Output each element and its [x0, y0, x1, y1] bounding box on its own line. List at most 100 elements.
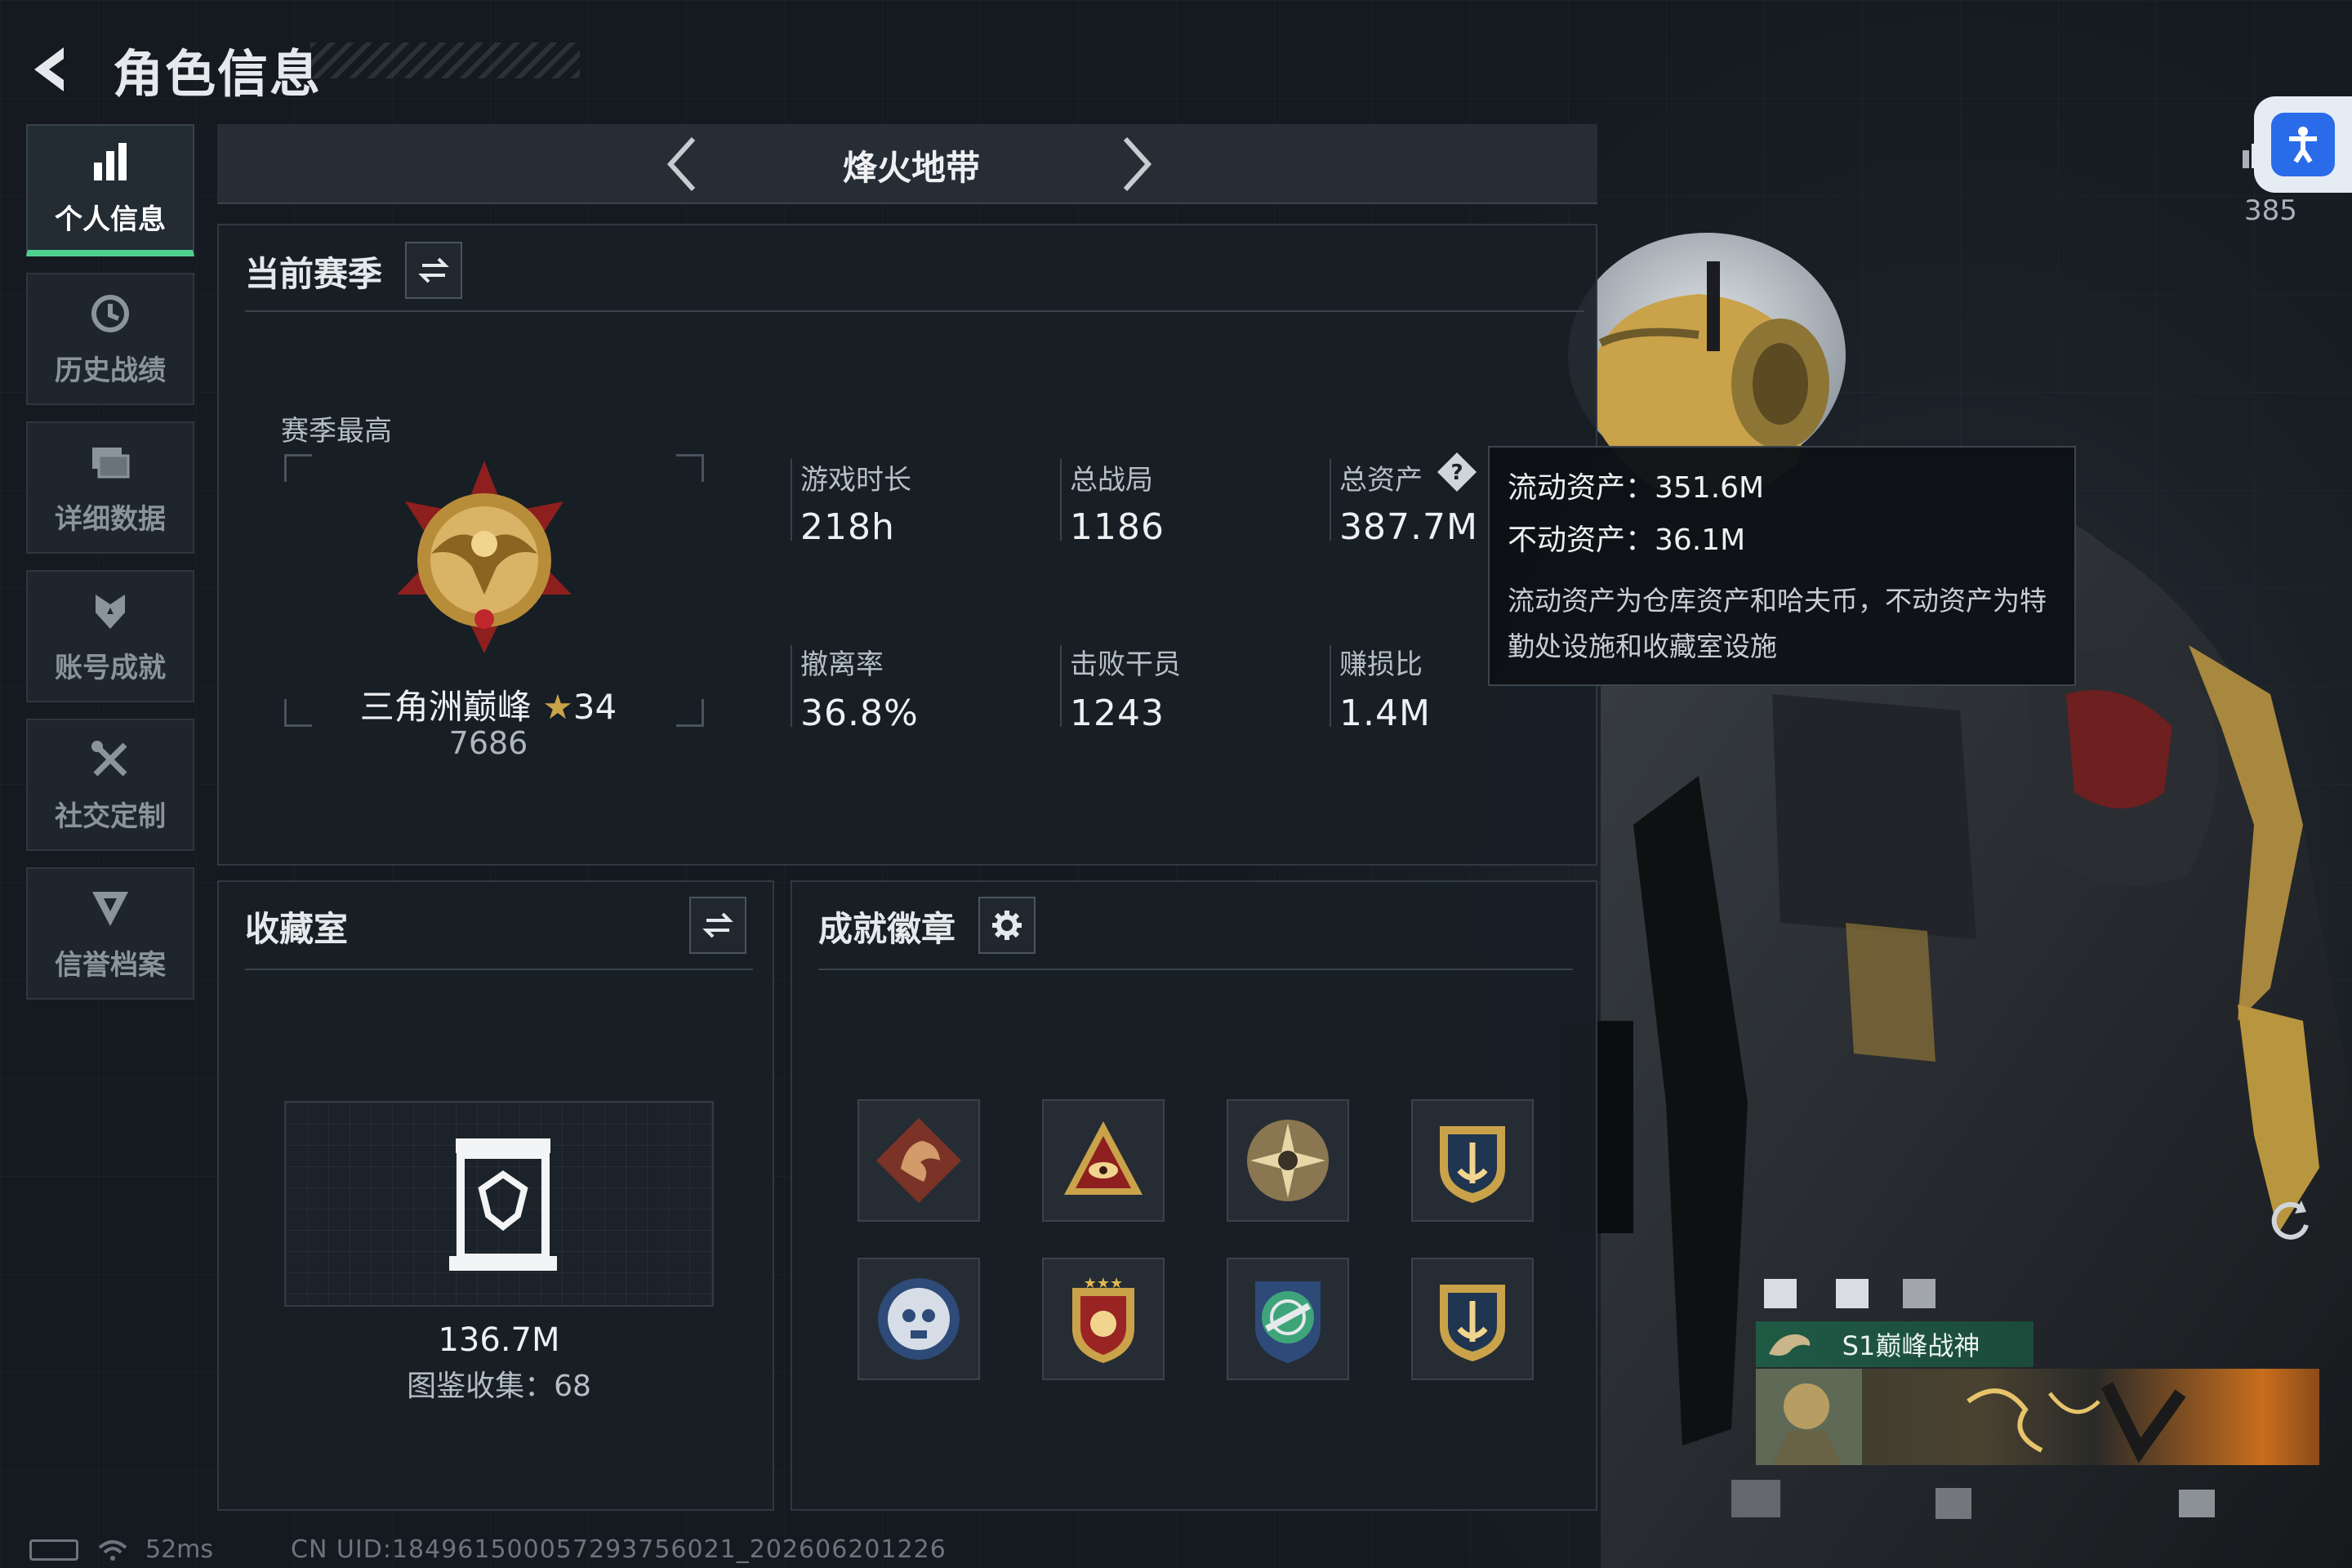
- eye-triangle-badge-icon: [1064, 1121, 1143, 1195]
- skull-round-badge-icon: [878, 1278, 960, 1360]
- collection-room-preview[interactable]: [284, 1101, 714, 1307]
- frame-corner: [284, 454, 312, 482]
- pixelated-block: [1731, 1480, 1780, 1517]
- badge-dragon[interactable]: [858, 1099, 980, 1222]
- sidebar-item-label: 详细数据: [55, 502, 166, 536]
- badge-starburst[interactable]: [1227, 1099, 1349, 1222]
- assets-tooltip: 流动资产：351.6M 不动资产：36.1M 流动资产为仓库资产和哈夫币，不动资…: [1488, 446, 2076, 686]
- mode-title: 烽火地带: [842, 148, 980, 188]
- rank-stars: 34: [572, 687, 617, 727]
- starburst-badge-icon: [1247, 1120, 1329, 1201]
- mode-prev-button[interactable]: [654, 134, 711, 194]
- sidebar-item-label: 账号成就: [55, 651, 166, 684]
- badge-anchor-gold-2[interactable]: [1411, 1258, 1534, 1380]
- season-best-label: 赛季最高: [281, 415, 392, 448]
- tooltip-liquid-assets: 流动资产：351.6M: [1508, 471, 1765, 505]
- badge-skull-round[interactable]: [858, 1258, 980, 1380]
- season-title: 当前赛季: [245, 254, 383, 294]
- sidebar-item-detail-data[interactable]: 详细数据: [26, 421, 194, 554]
- shield-badge-icon: [87, 885, 133, 931]
- title-tag: S1巅峰战神: [1756, 1321, 2034, 1367]
- stat-separator: [791, 645, 792, 727]
- stat-label-assets: 总资产: [1339, 464, 1423, 497]
- status-bar: 52ms: [29, 1535, 213, 1564]
- sidebar-item-label: 社交定制: [55, 800, 166, 833]
- rotate-view-icon[interactable]: [2262, 1192, 2319, 1250]
- dragon-badge-icon: [876, 1118, 961, 1203]
- stat-value-extract-rate: 36.8%: [800, 693, 919, 734]
- collection-panel: 收藏室 136.7M 图鉴收集：68: [217, 880, 774, 1511]
- collection-count: 图鉴收集：68: [407, 1370, 591, 1403]
- profile-card-banner[interactable]: [1756, 1369, 2319, 1465]
- swap-icon: [418, 257, 449, 283]
- pixelated-block: [1936, 1488, 1971, 1519]
- collection-value: 136.7M: [438, 1321, 560, 1359]
- stat-label-extract-rate: 撤离率: [800, 648, 884, 681]
- tooltip-description: 流动资产为仓库资产和哈夫币，不动资产为特勤处设施和收藏室设施: [1508, 585, 2047, 662]
- gear-icon: [992, 911, 1022, 940]
- season-switch-button[interactable]: [405, 242, 462, 299]
- stat-label-profit-ratio: 赚损比: [1339, 648, 1423, 681]
- tooltip-fixed-assets: 不动资产：36.1M: [1508, 523, 1746, 557]
- badge-anchor-gold[interactable]: [1411, 1099, 1534, 1222]
- sidebar: 个人信息 历史战绩 详细数据 账号成就 社交定制 信誉档案: [26, 124, 196, 1016]
- divider: [245, 969, 753, 970]
- stat-separator: [1330, 645, 1331, 727]
- anchor-gold-badge-icon: [1440, 1126, 1505, 1203]
- top-right-value: 385: [2244, 194, 2297, 227]
- rank-name: 三角洲巅峰: [359, 687, 532, 727]
- pixelated-name-block: [1764, 1279, 1797, 1308]
- season-panel: 当前赛季 赛季最高 三角洲巅峰 ★34 7686 游戏时长 218h 总战局 1…: [217, 224, 1597, 866]
- sidebar-item-social[interactable]: 社交定制: [26, 719, 194, 851]
- swap-icon: [702, 912, 733, 938]
- rifle-shield-badge-icon: [1255, 1281, 1321, 1363]
- dragon-emblem-icon: [1766, 1326, 1815, 1362]
- badge-rifle-shield[interactable]: [1227, 1258, 1349, 1380]
- badge-crest-star[interactable]: ★★★: [1042, 1258, 1165, 1380]
- frame-corner: [676, 454, 704, 482]
- battery-icon: [29, 1539, 78, 1561]
- mode-selector: 烽火地带: [217, 124, 1597, 204]
- title-tag-text: S1巅峰战神: [1842, 1330, 1980, 1361]
- anchor-gold-badge-icon: [1440, 1285, 1505, 1361]
- sidebar-item-achievements[interactable]: 账号成就: [26, 570, 194, 702]
- stat-value-kills: 1243: [1070, 693, 1165, 734]
- badge-eye-triangle[interactable]: [1042, 1099, 1165, 1222]
- uid-text: CN UID:1849615000572937560​21_2026062012…: [291, 1535, 947, 1564]
- page-title: 角色信息: [113, 44, 323, 104]
- stat-label-kills: 击败干员: [1070, 648, 1181, 681]
- divider: [818, 969, 1573, 970]
- sidebar-item-history[interactable]: 历史战绩: [26, 273, 194, 405]
- wifi-icon: [96, 1538, 129, 1562]
- stat-separator: [1060, 459, 1062, 541]
- collection-title: 收藏室: [245, 909, 349, 949]
- sidebar-item-reputation[interactable]: 信誉档案: [26, 867, 194, 1000]
- sidebar-item-label: 历史战绩: [55, 354, 166, 387]
- pixelated-name-block: [1836, 1279, 1869, 1308]
- badges-settings-button[interactable]: [978, 897, 1036, 954]
- badges-title: 成就徽章: [818, 909, 956, 949]
- pixelated-name-block: [1903, 1279, 1936, 1308]
- rank-points: 7686: [448, 725, 528, 761]
- crest-star-badge-icon: ★★★: [1072, 1275, 1134, 1363]
- divider: [245, 310, 1584, 312]
- pixelated-block: [2179, 1490, 2215, 1517]
- collection-switch-button[interactable]: [689, 897, 746, 954]
- svg-text:★★★: ★★★: [1084, 1275, 1123, 1292]
- stat-separator: [791, 459, 792, 541]
- rank-emblem-icon: [382, 456, 586, 660]
- accessibility-button[interactable]: [2254, 96, 2352, 193]
- help-icon[interactable]: ?: [1436, 451, 1478, 493]
- stat-separator: [1330, 459, 1331, 541]
- back-arrow-icon[interactable]: [24, 41, 82, 98]
- sidebar-item-label: 信誉档案: [55, 948, 166, 982]
- ping-value: 52ms: [145, 1535, 214, 1564]
- accessibility-icon: [2271, 113, 2335, 176]
- badges-panel: 成就徽章 ★★★: [791, 880, 1597, 1511]
- tools-cross-icon: [87, 737, 133, 782]
- sidebar-item-personal-info[interactable]: 个人信息: [26, 124, 194, 256]
- rank-row: 三角洲巅峰 ★34: [292, 679, 684, 729]
- star-icon: ★: [542, 687, 573, 727]
- sidebar-item-label: 个人信息: [55, 203, 166, 236]
- mode-next-button[interactable]: [1107, 134, 1165, 194]
